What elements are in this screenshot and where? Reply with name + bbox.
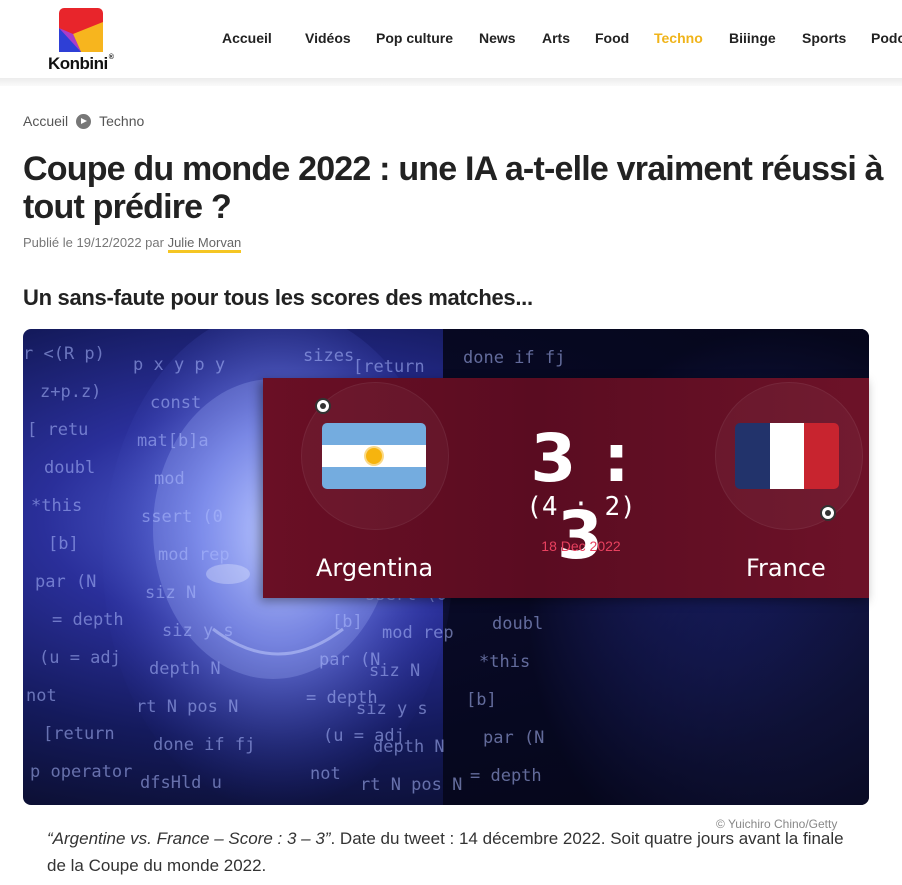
code-glyph-text: [b]: [48, 534, 79, 554]
nav-item-accueil[interactable]: Accueil: [222, 30, 272, 46]
team-right-name: France: [746, 554, 826, 582]
code-glyph-text: mod rep: [382, 623, 454, 643]
code-glyph-text: par (N: [483, 728, 544, 748]
code-glyph-text: done if fj: [463, 348, 565, 368]
code-glyph-text: r <(R p): [23, 344, 105, 364]
france-flag-icon: [735, 423, 839, 489]
breadcrumb: Accueil Techno: [23, 113, 144, 129]
code-glyph-text: rt N pos N: [136, 697, 238, 717]
code-glyph-text: = depth: [470, 766, 542, 786]
author-link[interactable]: Julie Morvan: [167, 235, 242, 253]
code-glyph-text: z+p.z): [40, 382, 101, 402]
chevron-right-icon: [76, 113, 92, 129]
code-glyph-text: *this: [479, 652, 530, 672]
scoreboard-panel: 3 : 3 (4 : 2) 18 Dec 2022 Argentina Fran…: [263, 378, 869, 598]
nav-item-biiinge[interactable]: Biiinge: [729, 30, 776, 46]
football-icon: [820, 505, 836, 521]
code-glyph-text: siz N: [145, 583, 196, 603]
code-glyph-text: doubl: [44, 458, 95, 478]
code-glyph-text: dfsHld u: [140, 773, 222, 793]
nav-item-pop-culture[interactable]: Pop culture: [376, 30, 453, 46]
breadcrumb-current-link[interactable]: Techno: [99, 113, 144, 129]
code-glyph-text: [ retu: [27, 420, 88, 440]
nav-item-techno[interactable]: Techno: [654, 30, 703, 46]
code-glyph-text: [b]: [466, 690, 497, 710]
nav-item-podcasts[interactable]: Podcasts: [871, 30, 902, 46]
code-glyph-text: *this: [31, 496, 82, 516]
code-glyph-text: = depth: [52, 610, 124, 630]
publish-date-text: Publié le 19/12/2022 par: [23, 235, 164, 250]
code-glyph-text: [return: [353, 357, 425, 377]
nav-item-sports[interactable]: Sports: [802, 30, 846, 46]
article-meta: Publié le 19/12/2022 par Julie Morvan: [23, 235, 242, 253]
code-glyph-text: depth N: [149, 659, 221, 679]
konbini-logo-mark-icon: [59, 8, 103, 52]
code-glyph-text: p x y p y: [133, 355, 225, 375]
code-glyph-text: p operator: [30, 762, 132, 782]
penalty-score: (4 : 2): [526, 492, 636, 522]
code-glyph-text: [return: [43, 724, 115, 744]
code-glyph-text: depth N: [373, 737, 445, 757]
nav-shadow-divider: [0, 78, 902, 86]
code-glyph-text: sizes: [303, 346, 354, 366]
nav-item-videos[interactable]: Vidéos: [305, 30, 351, 46]
code-glyph-text: not: [26, 686, 57, 706]
top-navigation-bar: Konbini® Accueil Vidéos Pop culture News…: [0, 0, 902, 78]
code-glyph-text: ssert (0: [141, 507, 223, 527]
code-glyph-text: rt N pos N: [360, 775, 462, 795]
code-glyph-text: doubl: [492, 614, 543, 634]
nav-item-food[interactable]: Food: [595, 30, 629, 46]
code-glyph-text: not: [310, 764, 341, 784]
code-glyph-text: mod rep: [158, 545, 230, 565]
caption-quote: “Argentine vs. France – Score : 3 – 3”: [47, 829, 331, 848]
code-glyph-text: siz y s: [162, 621, 234, 641]
match-date: 18 Dec 2022: [541, 538, 621, 554]
image-caption: “Argentine vs. France – Score : 3 – 3”. …: [47, 825, 867, 879]
code-glyph-text: mat[b]a: [137, 431, 209, 451]
breadcrumb-home-link[interactable]: Accueil: [23, 113, 68, 129]
code-glyph-text: done if fj: [153, 735, 255, 755]
code-glyph-text: (u = adj: [39, 648, 121, 668]
team-left-name: Argentina: [316, 554, 434, 582]
nav-item-arts[interactable]: Arts: [542, 30, 570, 46]
argentina-flag-icon: [322, 423, 426, 489]
code-glyph-text: siz y s: [356, 699, 428, 719]
code-glyph-text: [b]: [332, 612, 363, 632]
logo-wordmark: Konbini®: [48, 54, 114, 73]
code-glyph-text: const: [150, 393, 201, 413]
code-glyph-text: mod: [154, 469, 185, 489]
football-icon: [315, 398, 331, 414]
article-title: Coupe du monde 2022 : une IA a-t-elle vr…: [23, 150, 884, 226]
code-glyph-text: siz N: [369, 661, 420, 681]
nav-item-news[interactable]: News: [479, 30, 516, 46]
code-glyph-text: par (N: [35, 572, 96, 592]
article-subtitle: Un sans-faute pour tous les scores des m…: [23, 285, 533, 310]
konbini-logo[interactable]: Konbini®: [47, 6, 122, 74]
